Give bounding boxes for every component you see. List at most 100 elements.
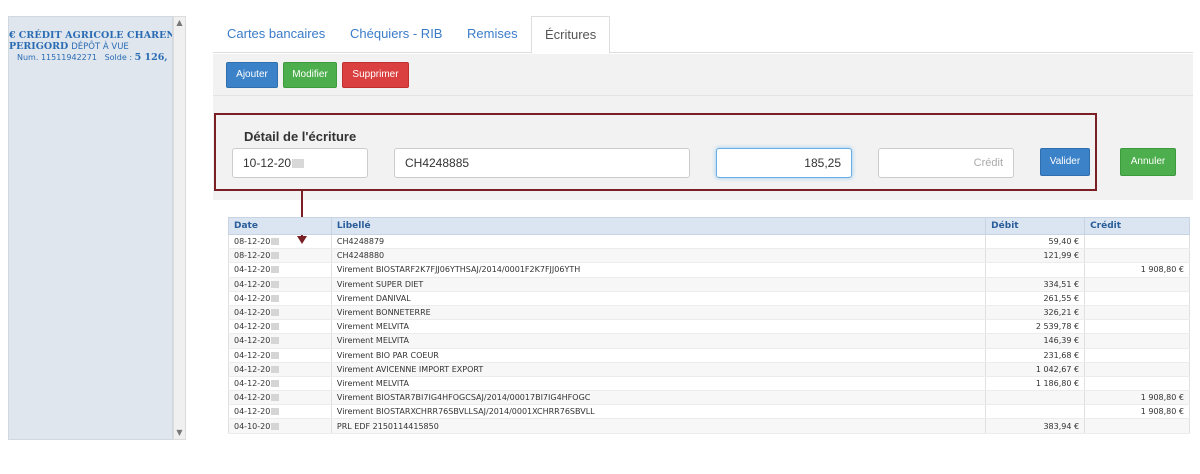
cell-libelle-text: Virement BIO PAR COEUR — [336, 350, 439, 360]
libelle-value: CH4248885 — [405, 156, 470, 170]
cell-debit: 334,51 € — [985, 277, 1086, 292]
table-row[interactable]: 08-12-20 CH4248880 121,99 € — [228, 248, 1190, 264]
redacted-mark — [271, 266, 280, 274]
table-row[interactable]: 04-12-20 Virement AVICENNE IMPORT EXPORT 1… — [228, 362, 1190, 377]
table-row[interactable]: 04-12-20 Virement MELVITA 1 186,80 € — [228, 376, 1190, 392]
table-row[interactable]: 04-10-20 PRL EDF 2150114415850 383,94 € — [228, 418, 1190, 434]
table-row[interactable]: 04-12-20 Virement BIOSTAR7BI7IG4HFOGCSAJ/… — [228, 390, 1190, 406]
redacted-mark — [271, 422, 280, 430]
cell-debit-text: 231,68 € — [1043, 350, 1080, 360]
tab-chequiers-rib[interactable]: Chéquiers - RIB — [350, 16, 442, 53]
solde-value: 5 126, — [134, 52, 168, 63]
add-button[interactable]: Ajouter — [226, 62, 278, 88]
cell-date-text: 08-12-20 — [234, 251, 271, 261]
debit-value: 185,25 — [804, 156, 841, 170]
edit-button[interactable]: Modifier — [283, 62, 337, 88]
redacted-mark — [271, 365, 280, 373]
cell-credit — [1084, 305, 1190, 321]
table-header-row: Date Libellé Débit Crédit — [228, 217, 1190, 235]
scroll-down-icon[interactable]: ▼ — [174, 427, 185, 439]
header-libelle[interactable]: Libellé — [330, 217, 987, 235]
table-row[interactable]: 08-12-20 CH4248879 59,40 € — [228, 234, 1190, 250]
cell-date-text: 04-12-20 — [234, 336, 271, 346]
sidebar-scrollbar[interactable]: ▲ ▼ — [173, 16, 186, 440]
cell-libelle: Virement DANIVAL — [331, 291, 987, 306]
bank-name: CRÉDIT AGRICOLE CHAREN — [18, 30, 173, 41]
validate-button[interactable]: Valider — [1040, 148, 1090, 176]
redacted-mark — [271, 294, 280, 302]
redacted-mark — [271, 238, 280, 246]
table-row[interactable]: 04-12-20 Virement BIOSTARF2K7FJJ06YTHSAJ/… — [228, 262, 1190, 278]
tab-remises[interactable]: Remises — [467, 16, 518, 53]
libelle-field[interactable]: CH4248885 — [394, 148, 690, 178]
cell-libelle: Virement BONNETERRE — [331, 305, 987, 321]
debit-field[interactable]: 185,25 — [716, 148, 852, 178]
cell-credit — [1084, 291, 1190, 306]
cell-date: 04-12-20 — [228, 291, 332, 306]
cell-credit: 1 908,80 € — [1084, 404, 1190, 420]
cell-credit-text: 1 908,80 € — [1140, 407, 1184, 417]
cell-date-text: 04-12-20 — [234, 279, 271, 289]
cell-date: 04-12-20 — [228, 277, 332, 292]
cell-credit — [1084, 333, 1190, 349]
table-row[interactable]: 04-12-20 Virement BIO PAR COEUR 231,68 € — [228, 348, 1190, 363]
header-debit[interactable]: Débit — [985, 217, 1086, 235]
cell-date-text: 04-12-20 — [234, 293, 271, 303]
table-row[interactable]: 04-12-20 Virement MELVITA 146,39 € — [228, 333, 1190, 349]
cell-debit-text: 1 186,80 € — [1035, 378, 1080, 388]
cell-credit — [1084, 418, 1190, 434]
cell-libelle-text: CH4248880 — [336, 251, 385, 261]
cell-libelle-text: Virement DANIVAL — [336, 293, 411, 303]
tab-ecritures[interactable]: Écritures — [531, 16, 611, 54]
table-row[interactable]: 04-12-20 Virement SUPER DIET 334,51 € — [228, 277, 1190, 292]
cell-libelle: Virement SUPER DIET — [331, 277, 987, 292]
cell-libelle: Virement MELVITA — [331, 319, 987, 335]
cell-debit-text: 1 042,67 € — [1035, 364, 1080, 374]
cell-libelle-text: Virement AVICENNE IMPORT EXPORT — [336, 364, 484, 374]
cell-date: 04-12-20 — [228, 305, 332, 321]
toolbar: Ajouter Modifier Supprimer — [213, 54, 1193, 96]
cell-date-text: 04-12-20 — [234, 322, 271, 332]
cell-libelle-text: Virement MELVITA — [336, 336, 410, 346]
cell-libelle: CH4248879 — [331, 234, 987, 250]
header-date[interactable]: Date — [228, 217, 332, 235]
num-label: Num. — [17, 53, 39, 62]
cancel-button[interactable]: Annuler — [1120, 148, 1176, 176]
table-row[interactable]: 04-12-20 Virement DANIVAL 261,55 € — [228, 291, 1190, 306]
cell-credit — [1084, 277, 1190, 292]
bank-region: PERIGORD — [9, 41, 69, 52]
redacted-mark — [271, 280, 280, 288]
num-value: 11511942271 — [40, 53, 97, 62]
cell-debit — [985, 262, 1086, 278]
cell-libelle-text: Virement BONNETERRE — [336, 308, 431, 318]
cell-date-text: 04-12-20 — [234, 350, 271, 360]
scroll-up-icon[interactable]: ▲ — [174, 17, 185, 29]
account-item[interactable]: € CRÉDIT AGRICOLE CHAREN PERIGORD DÉPÔT À … — [9, 17, 172, 63]
cell-debit: 2 539,78 € — [985, 319, 1086, 335]
table-row[interactable]: 04-12-20 Virement BONNETERRE 326,21 € — [228, 305, 1190, 321]
cell-libelle: Virement AVICENNE IMPORT EXPORT — [331, 362, 987, 377]
account-bank-line1: € CRÉDIT AGRICOLE CHAREN — [9, 30, 172, 41]
cell-credit — [1084, 348, 1190, 363]
date-field[interactable]: 10-12-20 — [232, 148, 368, 178]
table-row[interactable]: 04-12-20 Virement MELVITA 2 539,78 € — [228, 319, 1190, 335]
cell-date-text: 04-12-20 — [234, 265, 271, 275]
cell-credit — [1084, 362, 1190, 377]
cell-debit-text: 261,55 € — [1043, 293, 1080, 303]
redacted-mark — [271, 309, 280, 317]
table-row[interactable]: 04-12-20 Virement BIOSTARXCHRR76SBVLLSAJ/… — [228, 404, 1190, 420]
cell-credit — [1084, 248, 1190, 264]
cell-debit-text: 2 539,78 € — [1035, 322, 1080, 332]
cell-date: 04-12-20 — [228, 404, 332, 420]
header-credit[interactable]: Crédit — [1084, 217, 1190, 235]
delete-button[interactable]: Supprimer — [342, 62, 409, 88]
cell-date-text: 08-12-20 — [234, 237, 271, 247]
cell-libelle-text: Virement MELVITA — [336, 322, 410, 332]
redacted-mark — [271, 394, 280, 402]
cell-libelle-text: PRL EDF 2150114415850 — [336, 421, 439, 431]
cell-debit-text: 383,94 € — [1043, 421, 1080, 431]
tab-cartes-bancaires[interactable]: Cartes bancaires — [227, 16, 325, 53]
credit-field[interactable]: Crédit — [878, 148, 1014, 178]
cell-date-text: 04-12-20 — [234, 364, 271, 374]
cell-date: 04-10-20 — [228, 418, 332, 434]
